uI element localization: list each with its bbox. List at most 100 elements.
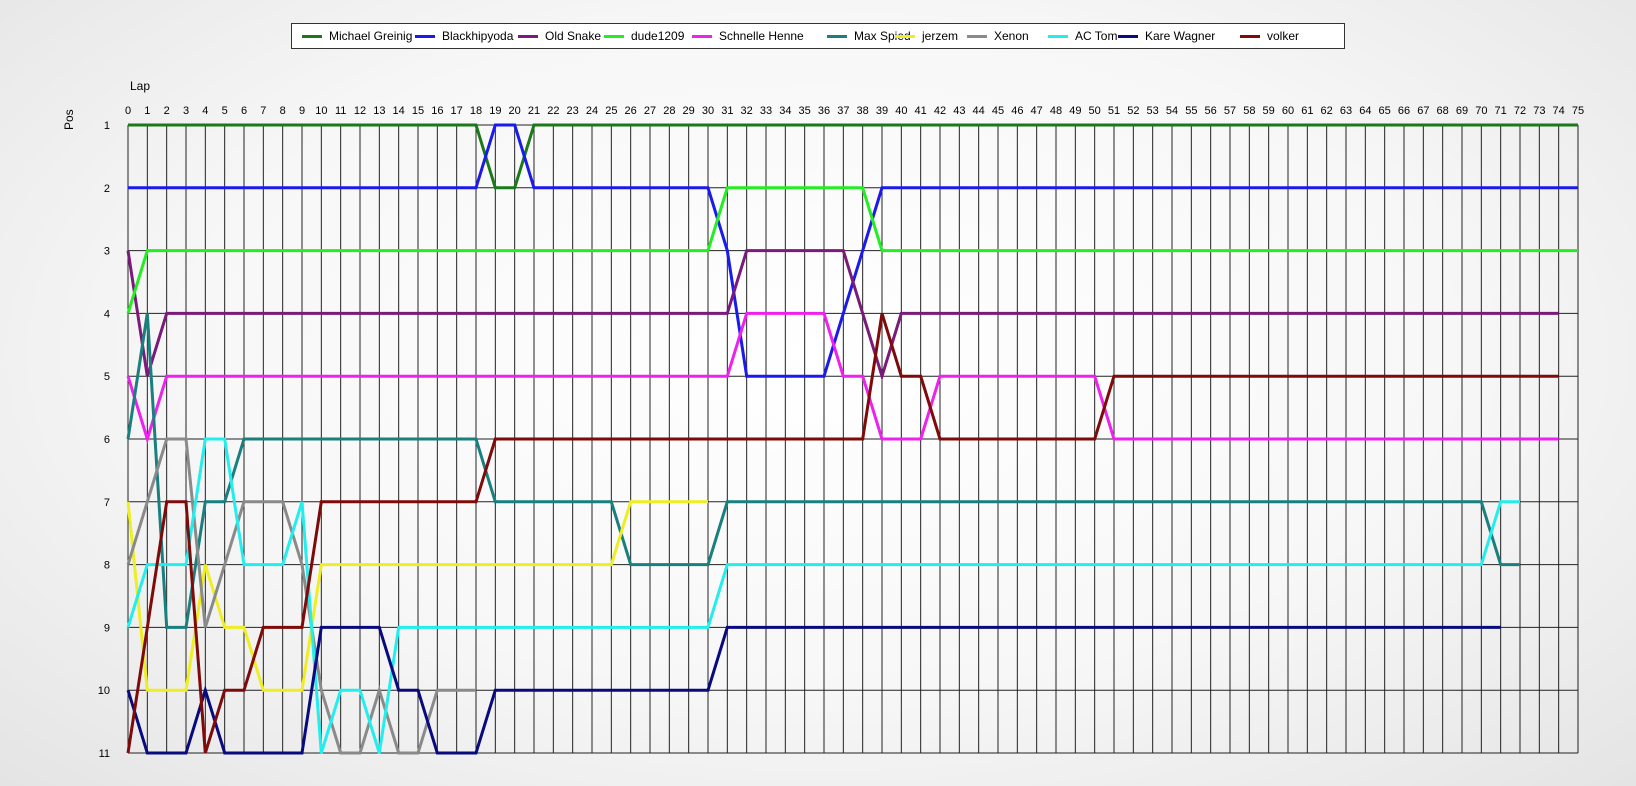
- legend-item: volker: [1240, 24, 1299, 48]
- x-tick-label: 25: [605, 105, 617, 117]
- x-tick-label: 19: [489, 105, 501, 117]
- series-lines: [126, 123, 1578, 755]
- x-tick-label: 46: [1011, 105, 1023, 117]
- position-chart: 0 1 2 3 4 5 6 7 8 9 10 11 12 13 14 15 16 17 18 19 20 21 22 23 24…: [98, 105, 1584, 760]
- x-tick-label: 60: [1282, 105, 1294, 117]
- x-tick-label: 52: [1127, 105, 1139, 117]
- x-tick-label: 4: [202, 105, 208, 117]
- x-tick-label: 62: [1321, 105, 1333, 117]
- legend-item: AC Tom: [1048, 24, 1117, 48]
- legend-swatch: [1240, 34, 1260, 38]
- legend-item: Old Snake: [518, 24, 601, 48]
- x-tick-label: 74: [1553, 105, 1565, 117]
- x-tick-label: 66: [1398, 105, 1410, 117]
- legend-swatch: [518, 34, 538, 38]
- x-tick-label: 35: [799, 105, 811, 117]
- x-tick-label: 34: [779, 105, 791, 117]
- x-tick-label: 10: [315, 105, 327, 117]
- x-tick-label: 71: [1495, 105, 1507, 117]
- x-tick-label: 33: [760, 105, 772, 117]
- x-tick-label: 61: [1301, 105, 1313, 117]
- x-tick-label: 43: [953, 105, 965, 117]
- x-tick-label: 54: [1166, 105, 1178, 117]
- x-tick-label: 5: [222, 105, 228, 117]
- legend-swatch: [415, 34, 435, 38]
- x-tick-label: 42: [934, 105, 946, 117]
- x-tick-label: 26: [625, 105, 637, 117]
- x-tick-label: 58: [1243, 105, 1255, 117]
- legend-label: Old Snake: [545, 29, 602, 43]
- x-tick-label: 67: [1417, 105, 1429, 117]
- y-tick-label: 8: [104, 560, 110, 572]
- legend-label: jerzem: [922, 29, 959, 43]
- legend-swatch: [1048, 34, 1068, 38]
- legend-item: Xenon: [967, 24, 1029, 48]
- x-tick-label: 36: [818, 105, 830, 117]
- x-tick-label: 47: [1031, 105, 1043, 117]
- x-tick-label: 18: [470, 105, 482, 117]
- x-tick-label: 48: [1050, 105, 1062, 117]
- x-tick-label: 45: [992, 105, 1004, 117]
- x-tick-label: 28: [663, 105, 675, 117]
- legend-swatch: [604, 34, 624, 38]
- x-tick-label: 23: [567, 105, 579, 117]
- x-tick-label: 40: [895, 105, 907, 117]
- x-tick-label: 57: [1224, 105, 1236, 117]
- legend-label: volker: [1267, 29, 1300, 43]
- x-tick-label: 6: [241, 105, 247, 117]
- x-tick-label: 56: [1205, 105, 1217, 117]
- x-tick-label: 15: [412, 105, 424, 117]
- x-tick-label: 53: [1147, 105, 1159, 117]
- x-tick-label: 68: [1437, 105, 1449, 117]
- y-tick-label: 7: [104, 497, 110, 509]
- x-tick-label: 3: [183, 105, 189, 117]
- legend-item: dude1209: [604, 24, 684, 48]
- x-tick-label: 41: [915, 105, 927, 117]
- x-axis-title: Lap: [130, 79, 151, 93]
- legend: Michael Greinig Blackhipyoda Old Snake dude…: [291, 23, 1345, 49]
- legend-swatch: [827, 34, 847, 38]
- legend-label: Kare Wagner: [1145, 29, 1216, 43]
- x-tick-label: 69: [1456, 105, 1468, 117]
- legend-item: Schnelle Henne: [692, 24, 804, 48]
- legend-label: Blackhipyoda: [442, 29, 514, 43]
- y-tick-label: 4: [104, 308, 110, 320]
- legend-label: AC Tom: [1075, 29, 1118, 43]
- legend-swatch: [967, 34, 987, 38]
- y-tick-label: 9: [104, 622, 110, 634]
- legend-item: Blackhipyoda: [415, 24, 513, 48]
- x-tick-label: 13: [373, 105, 385, 117]
- x-tick-label: 14: [393, 105, 405, 117]
- y-tick-label: 3: [104, 246, 110, 258]
- y-axis-title: Pos: [62, 109, 76, 130]
- x-tick-label: 55: [1185, 105, 1197, 117]
- x-tick-label: 0: [125, 105, 131, 117]
- x-tick-label: 51: [1108, 105, 1120, 117]
- legend-label: Xenon: [994, 29, 1029, 43]
- y-tick-label: 6: [104, 434, 110, 446]
- x-tick-label: 27: [644, 105, 656, 117]
- legend-swatch: [692, 34, 712, 38]
- legend-label: dude1209: [631, 29, 685, 43]
- x-tick-label: 38: [857, 105, 869, 117]
- x-tick-label: 32: [741, 105, 753, 117]
- x-tick-label: 1: [144, 105, 150, 117]
- x-tick-label: 44: [973, 105, 985, 117]
- x-tick-label: 7: [260, 105, 266, 117]
- legend-item: Kare Wagner: [1118, 24, 1215, 48]
- x-tick-label: 49: [1069, 105, 1081, 117]
- x-tick-label: 70: [1475, 105, 1487, 117]
- x-tick-label: 9: [299, 105, 305, 117]
- x-tick-label: 39: [876, 105, 888, 117]
- x-tick-label: 16: [431, 105, 443, 117]
- y-tick-label: 10: [98, 685, 110, 697]
- series-line: [128, 123, 1578, 190]
- legend-swatch: [302, 34, 322, 38]
- x-tick-label: 17: [451, 105, 463, 117]
- x-tick-label: 20: [509, 105, 521, 117]
- legend-swatch: [895, 34, 915, 38]
- y-tick-label: 2: [104, 183, 110, 195]
- legend-item: Michael Greinig: [302, 24, 412, 48]
- y-tick-label: 5: [104, 371, 110, 383]
- legend-swatch: [1118, 34, 1138, 38]
